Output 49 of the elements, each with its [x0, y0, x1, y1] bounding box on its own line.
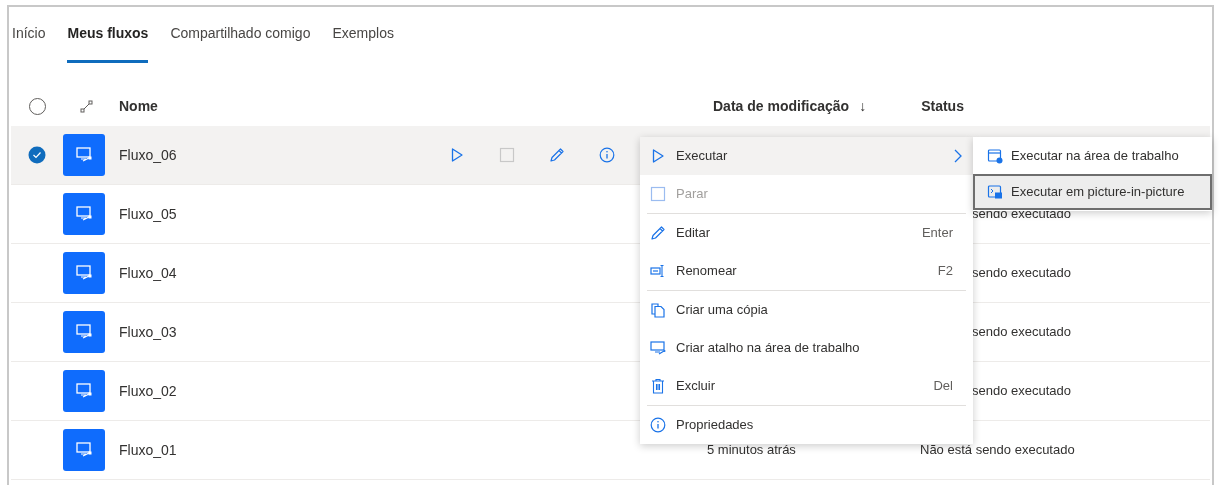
- stop-icon: [499, 147, 515, 163]
- flow-icon: [63, 252, 105, 294]
- play-icon: [449, 147, 465, 163]
- menu-item[interactable]: Executar na área de trabalho: [973, 138, 1212, 174]
- info-button[interactable]: [599, 147, 615, 163]
- desktop-run-icon: [987, 148, 1003, 164]
- rename-icon: [650, 263, 666, 279]
- status-text: sendo executado: [972, 382, 1072, 401]
- flow-icon: [63, 193, 105, 235]
- pencil-icon: [549, 147, 565, 163]
- tab[interactable]: Início: [12, 23, 46, 63]
- tab[interactable]: Exemplos: [332, 23, 394, 63]
- column-header[interactable]: Nome: [119, 96, 713, 117]
- pencil-icon: [650, 225, 666, 241]
- run-button[interactable]: [449, 147, 465, 163]
- modified-date: 5 minutos atrás: [707, 441, 797, 460]
- info-icon: [599, 147, 615, 163]
- flow-icon: [63, 370, 105, 412]
- desktop-shortcut-icon: [650, 340, 666, 356]
- flow-name[interactable]: Fluxo_03: [119, 321, 449, 343]
- tab[interactable]: Compartilhado comigo: [170, 23, 311, 63]
- menu-item[interactable]: Executar: [640, 137, 973, 175]
- column-header[interactable]: Status: [921, 96, 964, 117]
- picture-in-picture-icon: [987, 184, 1003, 200]
- stop-icon: [650, 186, 666, 202]
- tab[interactable]: Meus fluxos: [67, 23, 149, 63]
- sort-arrow[interactable]: ↓: [859, 96, 922, 117]
- status-text: Não está sendo executado: [920, 441, 1075, 460]
- flow-name[interactable]: Fluxo_05: [119, 203, 449, 225]
- flow-name[interactable]: Fluxo_04: [119, 262, 449, 284]
- menu-item[interactable]: Renomear F2: [640, 252, 973, 290]
- menu-item[interactable]: Excluir Del: [640, 367, 973, 405]
- menu-item[interactable]: Executar em picture-in-picture: [973, 174, 1212, 210]
- flow-name[interactable]: Fluxo_02: [119, 380, 449, 402]
- flow-icon: [63, 429, 105, 471]
- flow-type-icon: [80, 99, 94, 114]
- flow-icon: [63, 311, 105, 353]
- flow-name[interactable]: Fluxo_06: [119, 144, 449, 166]
- checkbox-checked-icon[interactable]: [28, 146, 46, 164]
- column-header[interactable]: Data de modificação: [713, 96, 850, 117]
- flow-icon: [63, 134, 105, 176]
- trash-icon: [650, 378, 666, 394]
- copy-icon: [650, 302, 666, 318]
- edit-button[interactable]: [549, 147, 565, 163]
- status-text: sendo executado: [972, 323, 1072, 342]
- play-icon: [650, 148, 666, 164]
- info-icon: [650, 417, 666, 433]
- status-text: sendo executado: [972, 264, 1072, 283]
- flow-name[interactable]: Fluxo_01: [119, 439, 449, 461]
